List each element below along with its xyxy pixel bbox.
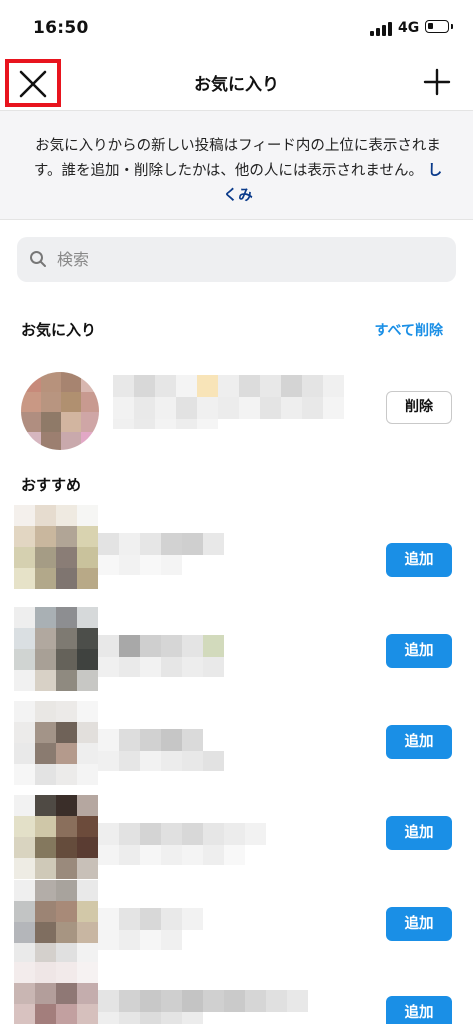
favorites-heading: お気に入り: [21, 321, 97, 339]
nav-bar: お気に入り: [0, 56, 473, 111]
recommended-row: 追加: [0, 880, 473, 971]
plus-icon: [423, 68, 451, 96]
fullname-blurred: [98, 1012, 203, 1024]
username-blurred: [98, 990, 308, 1012]
add-button[interactable]: 追加: [386, 725, 452, 759]
remove-all-button[interactable]: すべて削除: [375, 320, 443, 340]
info-banner: お気に入りからの新しい投稿はフィード内の上位に表示されます。誰を追加・削除したか…: [0, 111, 473, 220]
add-button[interactable]: 追加: [386, 816, 452, 850]
signal-icon: [370, 22, 394, 36]
avatar[interactable]: [14, 962, 98, 1024]
info-text: お気に入りからの新しい投稿はフィード内の上位に表示されます。誰を追加・削除したか…: [28, 134, 448, 209]
search-input[interactable]: 検索: [57, 237, 89, 282]
username-blurred: [98, 533, 224, 555]
avatar[interactable]: [14, 701, 98, 785]
favorite-username-blurred: [113, 375, 344, 397]
network-label: 4G: [398, 20, 420, 36]
avatar[interactable]: [14, 607, 98, 691]
avatar[interactable]: [14, 505, 98, 589]
username-blurred: [98, 823, 266, 845]
username-blurred: [98, 729, 203, 751]
status-time: 16:50: [33, 18, 89, 38]
add-button[interactable]: [422, 67, 452, 97]
recommended-row: 追加: [0, 607, 473, 698]
page-title: お気に入り: [194, 75, 279, 95]
recommended-row: 追加: [0, 505, 473, 596]
add-button[interactable]: 追加: [386, 996, 452, 1024]
fullname-blurred: [98, 555, 182, 575]
recommended-row: 追加: [0, 962, 473, 1024]
favorite-sub-blurred: [113, 419, 218, 429]
recommended-row: 追加: [0, 795, 473, 886]
fullname-blurred: [98, 930, 182, 950]
avatar[interactable]: [21, 372, 99, 450]
add-button[interactable]: 追加: [386, 543, 452, 577]
fullname-blurred: [98, 657, 224, 677]
info-message: お気に入りからの新しい投稿はフィード内の上位に表示されます。誰を追加・削除したか…: [33, 138, 441, 179]
avatar[interactable]: [14, 880, 98, 964]
username-blurred: [98, 635, 224, 657]
username-blurred: [98, 908, 203, 930]
fullname-blurred: [98, 751, 224, 771]
add-button[interactable]: 追加: [386, 907, 452, 941]
search-icon: [30, 251, 46, 267]
avatar[interactable]: [14, 795, 98, 879]
recommended-heading: おすすめ: [21, 476, 82, 494]
add-button[interactable]: 追加: [386, 634, 452, 668]
favorite-fullname-blurred: [113, 397, 344, 419]
battery-icon: [425, 20, 453, 33]
remove-favorite-button[interactable]: 削除: [386, 391, 452, 424]
search-field[interactable]: 検索: [17, 237, 456, 282]
fullname-blurred: [98, 845, 245, 865]
recommended-row: 追加: [0, 701, 473, 792]
status-bar: 16:50 4G: [0, 0, 473, 56]
